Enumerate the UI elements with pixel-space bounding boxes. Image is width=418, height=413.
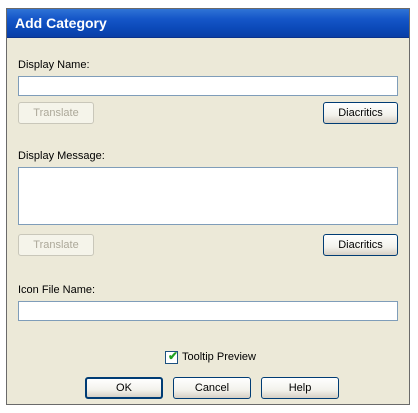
display-name-input[interactable] bbox=[18, 76, 398, 96]
tooltip-preview-checkbox[interactable]: ✔ bbox=[165, 349, 179, 364]
icon-file-name-input[interactable] bbox=[18, 301, 398, 321]
display-message-translate-button[interactable]: Translate bbox=[18, 234, 94, 256]
display-name-diacritics-button[interactable]: Diacritics bbox=[323, 102, 398, 124]
icon-file-name-label: Icon File Name: bbox=[18, 284, 96, 296]
help-button[interactable]: Help bbox=[261, 377, 339, 399]
display-message-label: Display Message: bbox=[18, 150, 105, 162]
display-name-translate-button[interactable]: Translate bbox=[18, 102, 94, 124]
display-message-textarea[interactable] bbox=[18, 167, 398, 225]
display-message-diacritics-button[interactable]: Diacritics bbox=[323, 234, 398, 256]
tooltip-preview-label: Tooltip Preview bbox=[182, 351, 256, 363]
display-name-label: Display Name: bbox=[18, 59, 90, 71]
title-bar[interactable]: Add Category bbox=[7, 9, 409, 38]
add-category-dialog: Add Category Display Name: Translate Dia… bbox=[6, 8, 410, 405]
checkmark-icon: ✔ bbox=[168, 349, 179, 363]
cancel-button[interactable]: Cancel bbox=[173, 377, 251, 399]
dialog-title: Add Category bbox=[15, 15, 107, 31]
ok-button[interactable]: OK bbox=[85, 377, 163, 399]
